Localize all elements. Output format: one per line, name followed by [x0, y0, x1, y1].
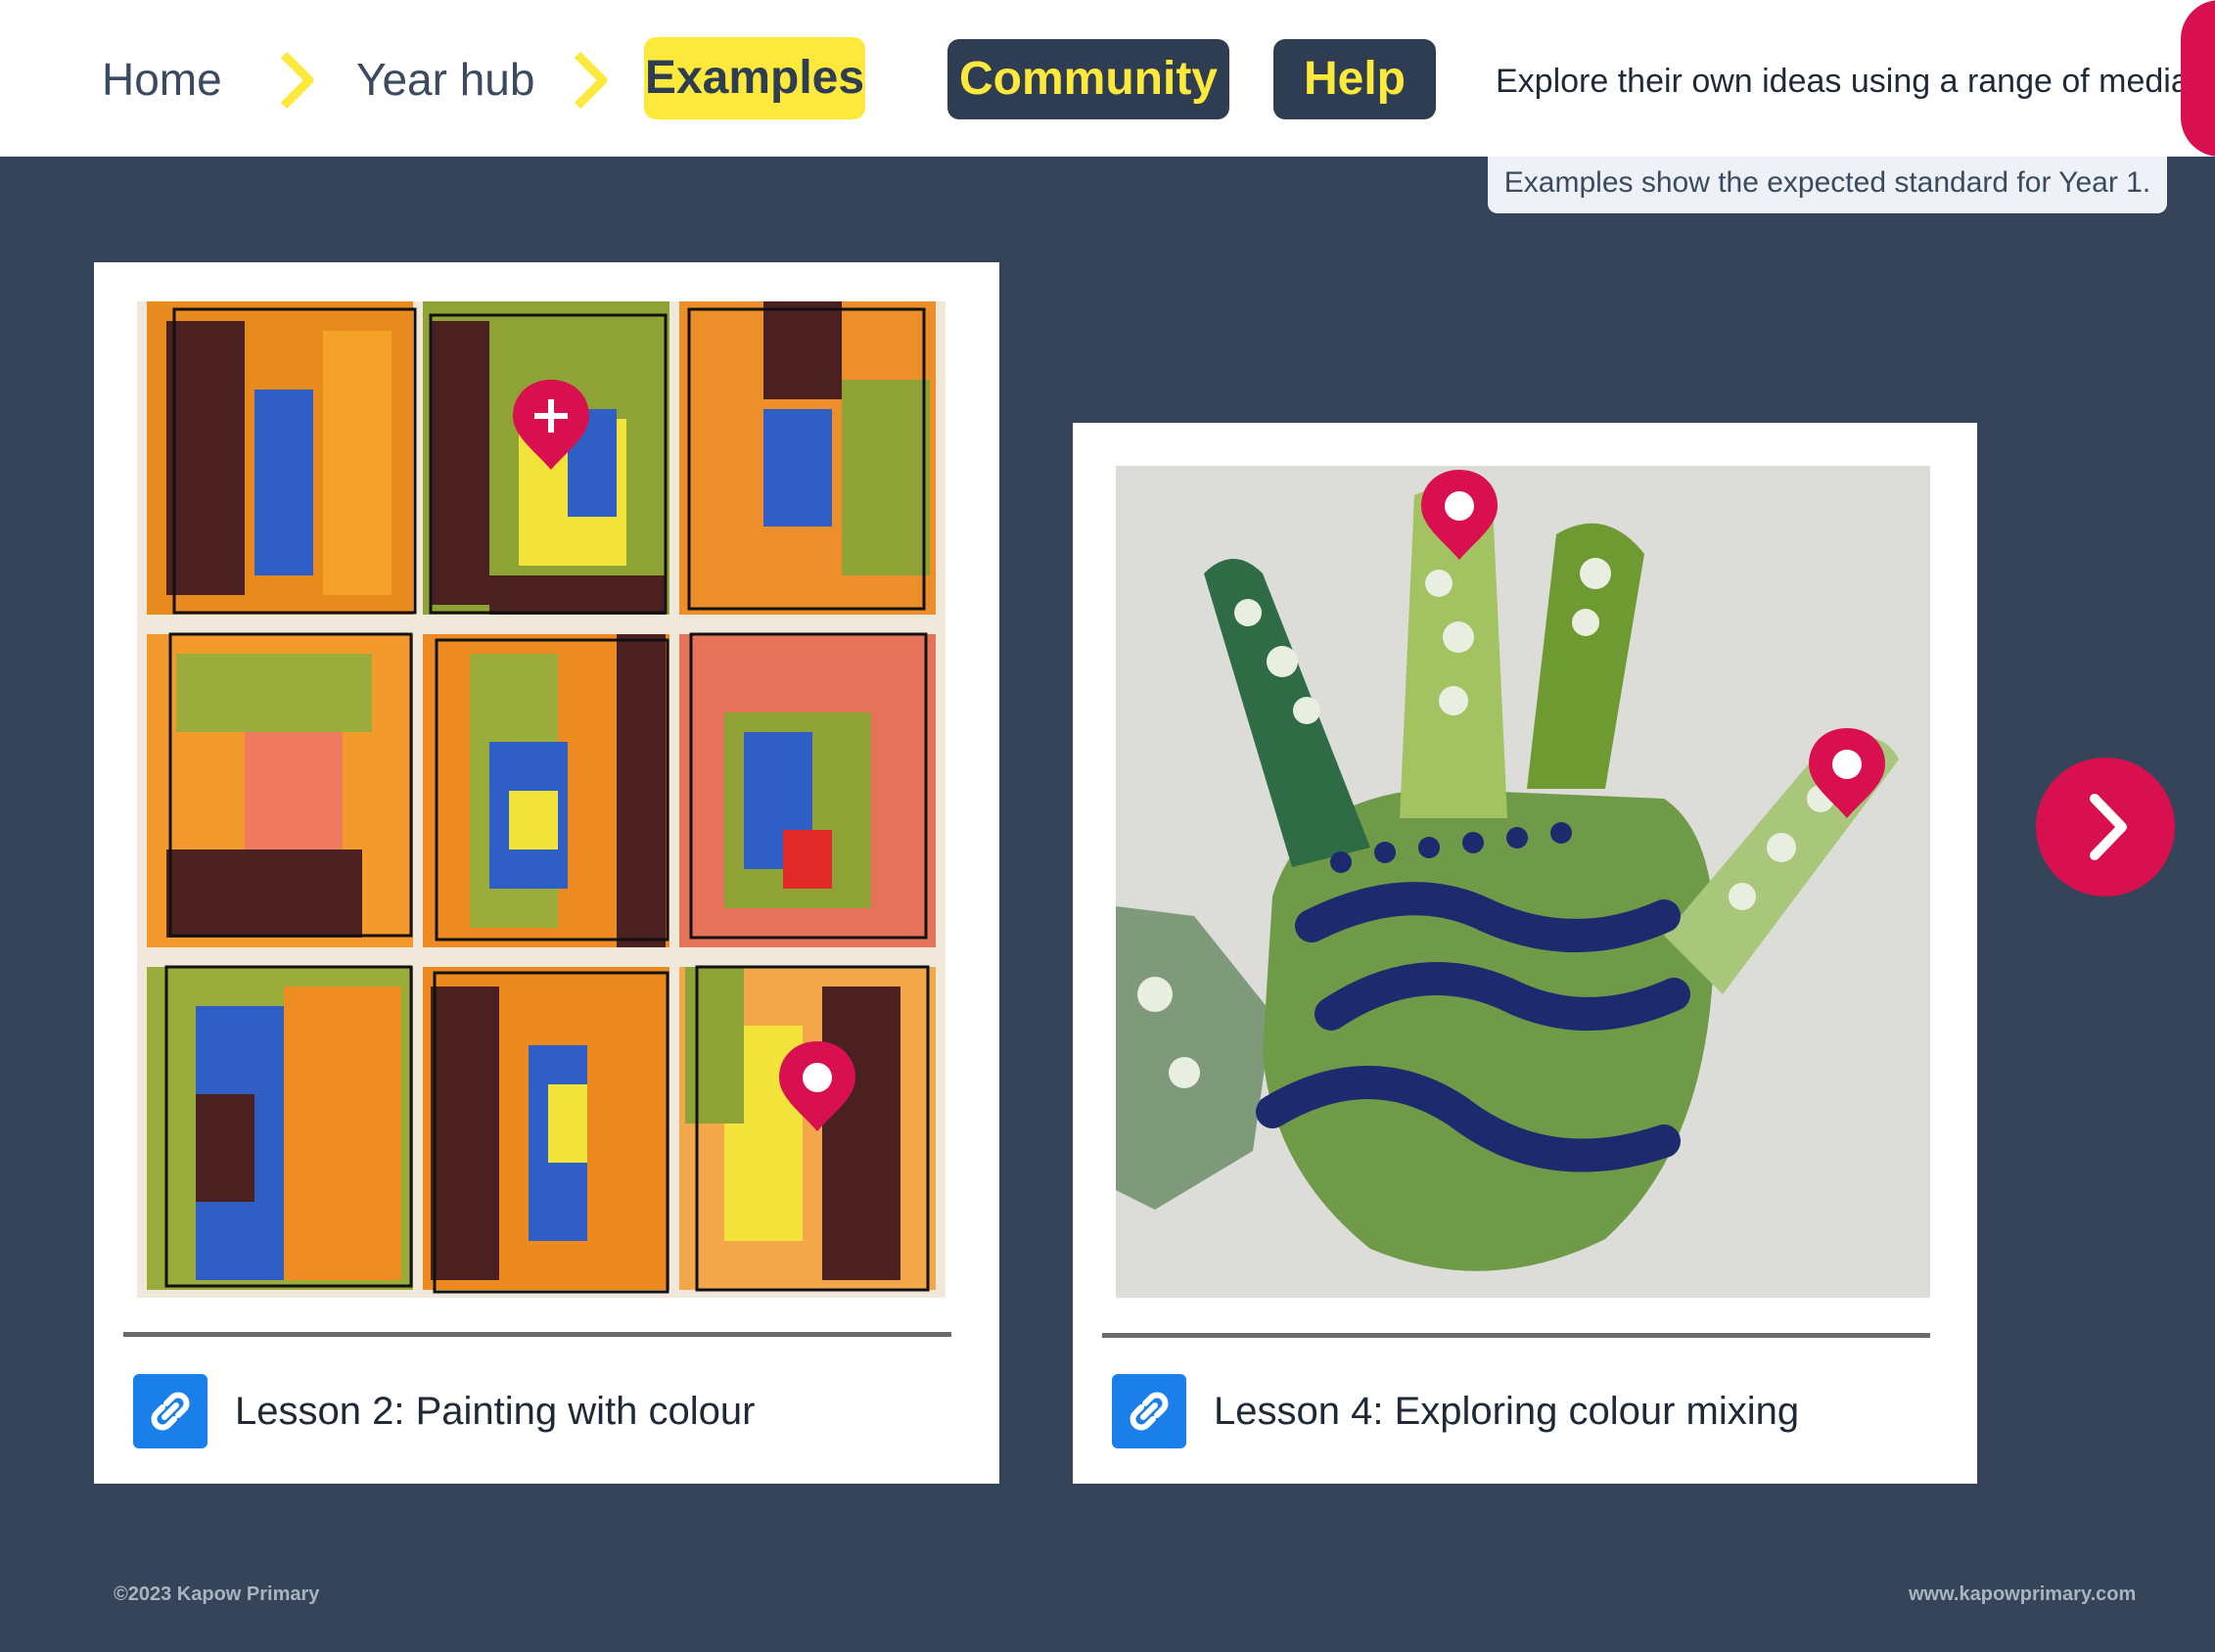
breadcrumb-home[interactable]: Home	[102, 49, 222, 110]
link-icon	[1130, 1392, 1169, 1431]
footer-copyright: ©2023 Kapow Primary	[114, 1583, 320, 1605]
annotation-pin-icon[interactable]	[1417, 466, 1501, 564]
example-card: Lesson 2: Painting with colour	[94, 262, 999, 1484]
top-bar: Home Year hub Examples Community Help Ex…	[0, 0, 2215, 157]
annotation-pin-icon[interactable]	[775, 1037, 859, 1135]
lesson-link-button[interactable]	[133, 1374, 208, 1448]
page-tagline: Explore their own ideas using a range of…	[1496, 63, 2199, 100]
chevron-right-icon	[574, 51, 608, 110]
chevron-right-icon	[280, 51, 314, 110]
example-card: Lesson 4: Exploring colour mixing	[1073, 423, 1977, 1484]
link-icon	[151, 1392, 190, 1431]
add-annotation-pin-icon[interactable]	[509, 376, 593, 474]
lesson-link-button[interactable]	[1112, 1374, 1186, 1448]
next-button[interactable]	[2036, 757, 2175, 896]
lesson-title[interactable]: Lesson 4: Exploring colour mixing	[1214, 1382, 1799, 1441]
lesson-title[interactable]: Lesson 2: Painting with colour	[235, 1382, 755, 1441]
divider	[123, 1332, 951, 1337]
painted-numbers-image	[137, 301, 946, 1298]
standard-note: Examples show the expected standard for …	[1488, 157, 2167, 213]
painted-handprint-image	[1116, 466, 1930, 1298]
help-button[interactable]: Help	[1273, 39, 1436, 119]
community-button[interactable]: Community	[947, 39, 1229, 119]
chevron-right-icon	[2090, 794, 2127, 860]
breadcrumb-year-hub[interactable]: Year hub	[356, 49, 534, 110]
menu-tab[interactable]	[2181, 0, 2215, 157]
breadcrumb-examples-button[interactable]: Examples	[644, 37, 865, 119]
footer-website[interactable]: www.kapowprimary.com	[1909, 1580, 2136, 1609]
annotation-pin-icon[interactable]	[1805, 724, 1889, 822]
divider	[1102, 1333, 1930, 1338]
